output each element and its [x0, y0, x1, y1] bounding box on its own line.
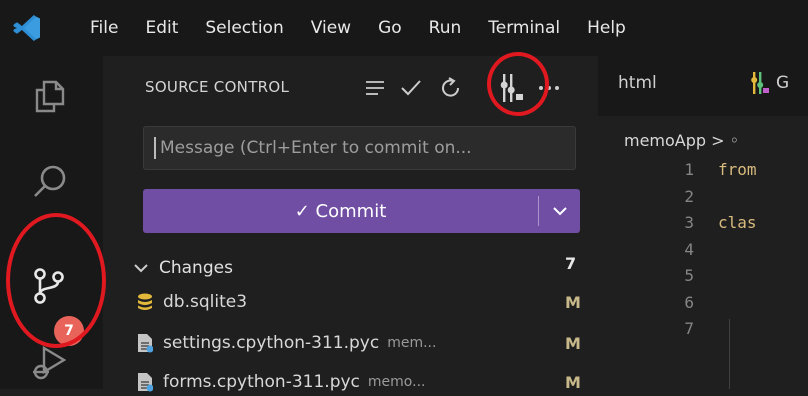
menu-run[interactable]: Run — [429, 18, 462, 38]
panel-title: SOURCE CONTROL — [145, 78, 290, 96]
file-name: forms.cpython-311.pyc — [163, 372, 360, 392]
breadcrumb[interactable]: memoApp > ◦ — [624, 131, 739, 150]
changes-label: Changes — [159, 258, 233, 278]
tab-git-label: G — [776, 73, 790, 93]
file-row-db-sqlite3[interactable]: db.sqlite3 M — [137, 288, 581, 316]
tab-git-graph[interactable]: G — [750, 72, 789, 94]
changes-group-header[interactable]: Changes 7 — [103, 254, 578, 282]
code-text[interactable]: from clas — [718, 157, 757, 343]
line-number: 3 — [684, 213, 694, 232]
annotation-circle-graph — [487, 52, 549, 116]
database-icon — [138, 293, 152, 310]
menu-edit[interactable]: Edit — [145, 18, 178, 38]
commit-button[interactable]: ✓ Commit — [143, 189, 538, 233]
line-numbers: 1 2 3 4 5 6 7 — [598, 157, 696, 343]
annotation-circle-source-control — [6, 213, 106, 348]
changes-count: 7 — [565, 254, 577, 273]
menu-bar: File Edit Selection View Go Run Terminal… — [0, 0, 808, 56]
file-row-settings-pyc[interactable]: settings.cpython-311.pyc mem... M — [137, 329, 581, 357]
commit-message-input[interactable] — [154, 137, 565, 159]
line-number: 1 — [684, 160, 694, 179]
menu-terminal[interactable]: Terminal — [488, 18, 560, 38]
file-status: M — [565, 292, 581, 312]
menu-file[interactable]: File — [90, 18, 118, 38]
menu-help[interactable]: Help — [587, 18, 626, 38]
chevron-down-icon — [134, 264, 148, 273]
menu-go[interactable]: Go — [378, 18, 402, 38]
file-row-forms-pyc[interactable]: forms.cpython-311.pyc memo... M — [137, 368, 581, 396]
menu-selection[interactable]: Selection — [205, 18, 283, 38]
file-icon — [138, 373, 153, 392]
tab-html[interactable]: html — [618, 73, 657, 93]
line-number: 2 — [684, 186, 694, 206]
menu: File Edit Selection View Go Run Terminal… — [56, 0, 653, 56]
editor-area: html G memoApp > ◦ 1 2 3 4 5 6 7 from cl… — [598, 56, 808, 389]
chevron-down-icon — [552, 207, 567, 216]
explorer-icon[interactable] — [26, 72, 74, 120]
refresh-icon[interactable] — [435, 72, 467, 104]
line-number: 4 — [684, 239, 694, 259]
git-graph-icon — [751, 72, 769, 94]
line-number: 6 — [684, 292, 694, 312]
file-dir: mem... — [387, 335, 437, 351]
menu-view[interactable]: View — [311, 18, 351, 38]
commit-check-icon[interactable] — [395, 72, 427, 104]
editor-tabs: html G — [598, 56, 808, 116]
line-number: 5 — [684, 266, 694, 285]
file-icon — [138, 334, 153, 353]
file-name: settings.cpython-311.pyc — [163, 333, 380, 353]
commit-message-field[interactable] — [143, 126, 576, 170]
code-line: clas — [718, 213, 757, 232]
vscode-logo-icon — [0, 0, 56, 56]
commit-dropdown-button[interactable] — [539, 189, 580, 233]
file-name: db.sqlite3 — [163, 292, 248, 312]
commit-button-group: ✓ Commit — [143, 189, 580, 233]
line-number: 7 — [684, 319, 694, 338]
code-line: from — [718, 160, 757, 179]
view-as-tree-icon[interactable] — [359, 72, 391, 104]
file-dir: memo... — [367, 374, 426, 390]
file-status: M — [565, 333, 581, 353]
search-icon[interactable] — [26, 158, 74, 206]
